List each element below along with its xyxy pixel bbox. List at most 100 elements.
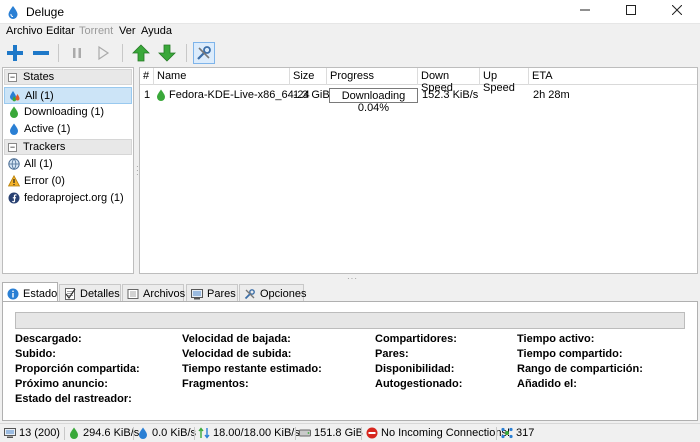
minimize-button[interactable] [562,0,608,24]
queue-down-button[interactable] [156,42,178,64]
sidebar-item-all-states[interactable]: All (1) [4,87,132,104]
overall-progress-bar [15,312,685,329]
label-subido: Subido: [15,348,56,360]
label-pares: Pares: [375,348,409,360]
sidebar-item-label: All (1) [24,158,53,170]
tab-label: Pares [207,288,236,300]
play-icon [98,45,110,61]
info-icon [7,288,19,300]
trackers-section-header[interactable]: − Trackers [4,139,132,155]
warning-icon [8,175,20,187]
window-title: Deluge [26,5,65,19]
incoming-connections-value: No Incoming Connections! [381,427,511,439]
downloading-icon [10,106,18,118]
resume-button[interactable] [92,42,114,64]
fedora-icon [8,192,20,204]
torrent-progress-bar: Downloading 0.04% [329,88,418,114]
torrent-row[interactable]: 1 Fedora-KDE-Live-x86_64-24 1.3 GiB Down… [140,87,697,114]
dht-nodes-value: 317 [516,427,535,439]
pause-icon [73,48,81,58]
download-speed-value: 294.6 KiB/s [83,427,140,439]
all-states-icon [10,91,20,102]
sidebar-item-label: All (1) [25,90,54,102]
toolbar-separator [122,44,123,62]
sidebar-item-downloading[interactable]: Downloading (1) [4,104,132,121]
label-tiempo-activo: Tiempo activo: [517,333,595,345]
arrow-up-icon [132,44,150,62]
statusbar-separator [64,427,65,440]
states-section-header[interactable]: − States [4,69,132,85]
protocol-traffic-value: 18.00/18.00 KiB/s [213,427,300,439]
close-icon [671,4,683,16]
sidebar-item-label: Error (0) [24,175,65,187]
sidebar-item-fedoraproject[interactable]: fedoraproject.org (1) [4,190,132,207]
horizontal-splitter[interactable]: ··· [0,274,700,283]
options-icon [244,289,255,300]
pause-button[interactable] [66,42,88,64]
remove-torrent-button[interactable] [30,42,52,64]
sidebar-item-label: fedoraproject.org (1) [24,192,124,204]
sidebar-item-all-trackers[interactable]: All (1) [4,156,132,173]
torrent-size: 1.3 GiB [293,89,330,101]
disk-icon [299,429,311,437]
tab-label: Archivos [143,288,186,300]
connections-value: 13 (200) [19,427,60,439]
sidebar-item-active[interactable]: Active (1) [4,121,132,138]
connections-icon [4,428,16,438]
title-bar: Deluge [0,0,700,24]
add-torrent-button[interactable] [4,42,26,64]
label-proporcion-compartida: Proporción compartida: [15,363,140,375]
column-header-down-speed[interactable]: Down Speed [418,68,480,94]
plus-icon [7,45,23,61]
status-panel: Descargado: Subido: Proporción compartid… [2,301,698,421]
label-proximo-anuncio: Próximo anuncio: [15,378,108,390]
sidebar: − States All (1) Downloading (1) Active … [2,67,134,274]
label-descargado: Descargado: [15,333,82,345]
trackers-header-label: Trackers [23,141,66,153]
menu-torrent[interactable]: Torrent [79,25,113,37]
torrent-list-header: # Name Size Progress Down Speed Up Speed… [140,68,697,94]
peers-icon [191,289,203,300]
menu-editar[interactable]: Editar [46,25,75,37]
preferences-button[interactable] [193,42,215,64]
menu-ayuda[interactable]: Ayuda [141,25,172,37]
label-velocidad-bajada: Velocidad de bajada: [182,333,291,345]
torrent-index: 1 [144,89,151,101]
tab-label: Estado [23,288,58,300]
minimize-icon [580,9,590,11]
toolbar-separator [58,44,59,62]
close-button[interactable] [654,0,700,24]
statusbar-separator [361,427,362,440]
tab-label: Detalles [80,288,120,300]
menu-bar: Archivo Editar Torrent Ver Ayuda [0,24,700,40]
queue-up-button[interactable] [130,42,152,64]
active-icon [10,123,18,135]
column-header-size[interactable]: Size [290,68,327,85]
maximize-icon [626,5,636,15]
statusbar-separator [194,427,195,440]
torrent-list: # Name Size Progress Down Speed Up Speed… [139,67,698,274]
label-tiempo-compartido: Tiempo compartido: [517,348,623,360]
column-header-name[interactable]: Name [154,68,290,85]
statusbar-separator [496,427,497,440]
free-space-value: 151.8 GiB [314,427,363,439]
maximize-button[interactable] [608,0,654,24]
column-header-up-speed[interactable]: Up Speed [480,68,529,94]
sidebar-item-error[interactable]: Error (0) [4,173,132,190]
tab-estado[interactable]: Estado [2,282,58,303]
collapse-icon[interactable]: − [8,143,17,152]
upload-speed-icon [139,427,147,439]
column-header-progress[interactable]: Progress [327,68,418,85]
torrent-progress-text: Downloading 0.04% [341,90,406,114]
menu-archivo[interactable]: Archivo [6,25,43,37]
globe-icon [8,158,20,170]
tools-icon [197,46,211,60]
column-header-eta[interactable]: ETA [529,68,697,85]
menu-ver[interactable]: Ver [119,25,136,37]
collapse-icon[interactable]: − [8,73,17,82]
label-disponibilidad: Disponibilidad: [375,363,455,375]
tab-label: Opciones [260,288,307,300]
column-header-index[interactable]: # [140,68,154,85]
dht-icon [501,427,513,439]
download-speed-icon [70,427,78,439]
